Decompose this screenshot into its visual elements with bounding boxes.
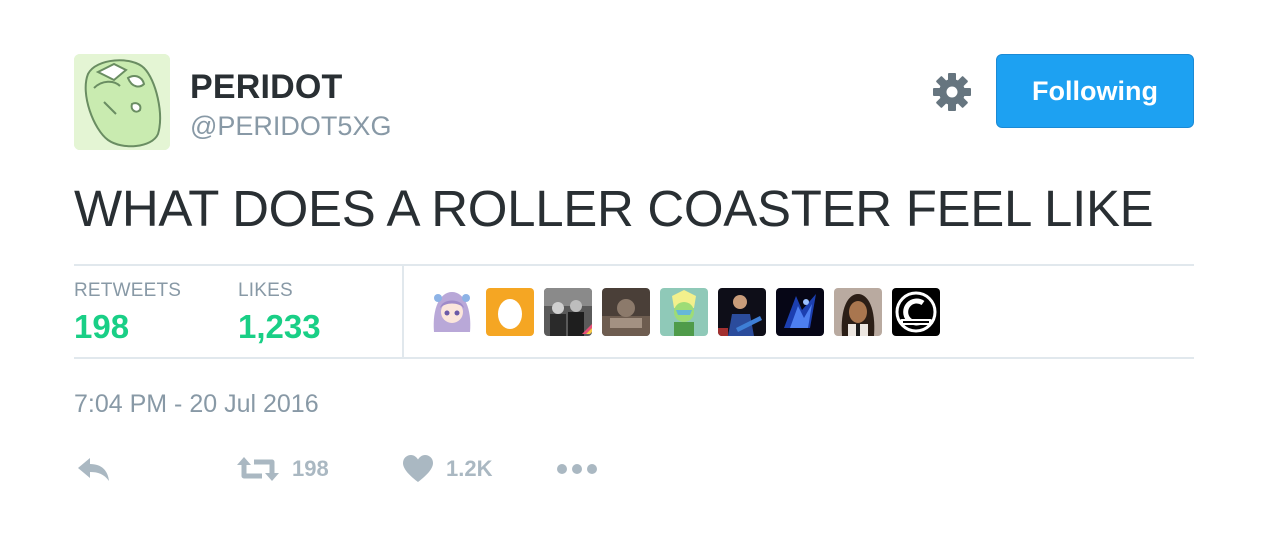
liker-avatars bbox=[428, 288, 950, 336]
peridot-avatar-icon bbox=[74, 54, 170, 150]
like-button[interactable]: 1.2K bbox=[402, 449, 492, 489]
like-count: 1.2K bbox=[446, 456, 493, 481]
stats-bottom-divider bbox=[74, 357, 1194, 359]
retweets-stat[interactable]: RETWEETS 198 bbox=[74, 280, 181, 346]
screen-name[interactable]: @PERIDOT5XG bbox=[190, 111, 391, 142]
likes-stat[interactable]: LIKES 1,233 bbox=[238, 280, 321, 346]
retweet-count: 198 bbox=[292, 456, 329, 481]
stats-vertical-divider bbox=[402, 266, 404, 357]
tweet-timestamp[interactable]: 7:04 PM - 20 Jul 2016 bbox=[74, 390, 319, 419]
portrait-avatar[interactable] bbox=[834, 288, 882, 336]
anime-girl-avatar[interactable] bbox=[428, 288, 476, 336]
guitarist-avatar[interactable] bbox=[718, 288, 766, 336]
blue-art-avatar[interactable] bbox=[776, 288, 824, 336]
profile-avatar[interactable] bbox=[74, 54, 170, 150]
group-photo-avatar[interactable] bbox=[544, 288, 592, 336]
retweets-label: RETWEETS bbox=[74, 280, 182, 301]
likes-value: 1,233 bbox=[238, 308, 321, 345]
tweet-text: WHAT DOES A ROLLER COASTER FEEL LIKE bbox=[74, 180, 1154, 237]
retweet-button[interactable]: 198 bbox=[236, 449, 329, 489]
display-name[interactable]: PERIDOT bbox=[190, 68, 343, 107]
gear-icon[interactable] bbox=[931, 71, 973, 113]
following-button[interactable]: Following bbox=[996, 54, 1194, 128]
peridot-avatar[interactable] bbox=[660, 288, 708, 336]
more-dots-icon bbox=[557, 464, 597, 474]
stats-top-divider bbox=[74, 264, 1194, 266]
retweets-value: 198 bbox=[74, 308, 130, 345]
photo-avatar[interactable] bbox=[602, 288, 650, 336]
heart-icon bbox=[403, 455, 433, 482]
reply-button[interactable] bbox=[76, 449, 112, 489]
likes-label: LIKES bbox=[238, 280, 293, 301]
reply-icon bbox=[78, 458, 109, 481]
retweet-icon bbox=[237, 457, 279, 481]
capsule-corp-logo-avatar[interactable] bbox=[892, 288, 940, 336]
egg-avatar[interactable] bbox=[486, 288, 534, 336]
more-options-button[interactable] bbox=[556, 449, 598, 489]
